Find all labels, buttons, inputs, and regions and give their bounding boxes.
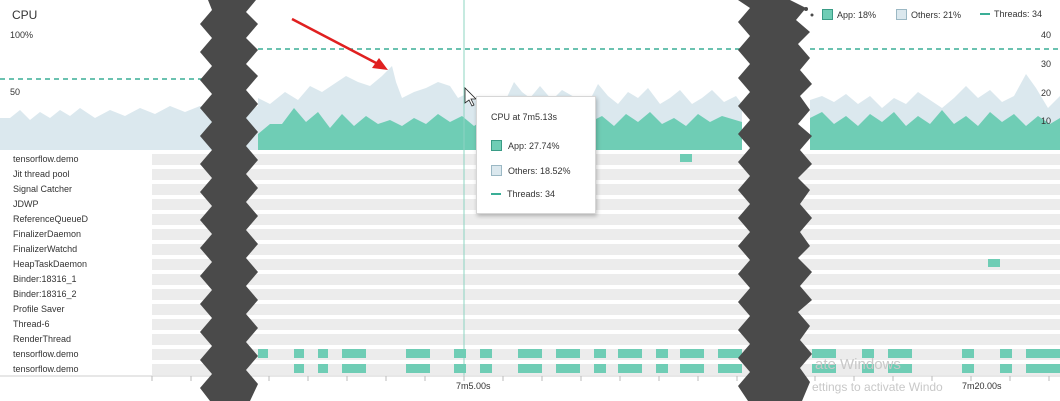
- others-swatch-icon: [491, 165, 502, 176]
- thread-row-track: [152, 184, 1060, 195]
- thread-label[interactable]: tensorflow.demo: [13, 152, 79, 167]
- thread-row-track: [152, 289, 1060, 300]
- threads-dash-icon: [980, 13, 990, 15]
- thread-row-track: [152, 304, 1060, 315]
- thread-label[interactable]: Binder:18316_2: [13, 287, 77, 302]
- thread-label[interactable]: Signal Catcher: [13, 182, 72, 197]
- tooltip-threads-row: Threads: 34: [491, 189, 555, 199]
- thread-row-track: [152, 154, 1060, 165]
- tooltip-others-value: Others: 18.52%: [508, 166, 571, 176]
- thread-row-track: [152, 244, 1060, 255]
- legend-others: Others: 21%: [896, 9, 961, 20]
- y-axis-right-40: 40: [1041, 30, 1052, 40]
- y-axis-right-20: 20: [1041, 88, 1052, 98]
- thread-label[interactable]: HeapTaskDaemon: [13, 257, 87, 272]
- tooltip-app-value: App: 27.74%: [508, 141, 560, 151]
- thread-label[interactable]: Thread-6: [13, 317, 50, 332]
- app-swatch-icon: [491, 140, 502, 151]
- thread-label[interactable]: Binder:18316_1: [13, 272, 77, 287]
- time-label-7m5s: 7m5.00s: [456, 381, 491, 391]
- thread-row-track: [152, 334, 1060, 345]
- thread-row-track: [152, 259, 1060, 270]
- y-axis-right-10: 10: [1041, 116, 1052, 126]
- thread-label[interactable]: tensorflow.demo: [13, 347, 79, 362]
- thread-label[interactable]: Jit thread pool: [13, 167, 70, 182]
- y-axis-left-max: 100%: [10, 30, 34, 40]
- y-axis-right-30: 30: [1041, 59, 1052, 69]
- tear-speck: [810, 13, 814, 17]
- cpu-profiler-screenshot: CPU 100% 50 40 30 20 10 App: 18% Others:…: [0, 0, 1060, 401]
- cpu-panel-title: CPU: [12, 8, 38, 22]
- thread-label[interactable]: tensorflow.demo: [13, 362, 79, 377]
- thread-label[interactable]: RenderThread: [13, 332, 71, 347]
- thread-label[interactable]: FinalizerWatchd: [13, 242, 77, 257]
- thread-row-track: [152, 199, 1060, 210]
- thread-row-track: [152, 319, 1060, 330]
- thread-label[interactable]: Profile Saver: [13, 302, 65, 317]
- time-label-7m20s: 7m20.00s: [962, 381, 1002, 391]
- thread-row-track: [152, 274, 1060, 285]
- thread-row-track: [152, 169, 1060, 180]
- legend-others-label: Others: 21%: [911, 10, 962, 20]
- threads-dash-icon: [491, 193, 501, 195]
- legend-threads: Threads: 34: [980, 9, 1042, 19]
- watermark-line-1: ate Windows: [815, 356, 901, 373]
- tear-speck: [804, 7, 808, 11]
- tooltip-threads-value: Threads: 34: [507, 189, 556, 199]
- red-arrow-annotation: [291, 17, 388, 70]
- legend-app-label: App: 18%: [837, 10, 877, 20]
- cpu-tooltip: CPU at 7m5.13s App: 27.74% Others: 18.52…: [476, 96, 596, 214]
- tooltip-title: CPU at 7m5.13s: [491, 112, 558, 122]
- others-swatch-icon: [896, 9, 907, 20]
- y-axis-left-mid: 50: [10, 87, 21, 97]
- thread-row-track: [152, 214, 1060, 225]
- tooltip-app-row: App: 27.74%: [491, 140, 560, 151]
- thread-label[interactable]: FinalizerDaemon: [13, 227, 81, 242]
- watermark-line-2: ettings to activate Windo: [812, 380, 943, 394]
- thread-label[interactable]: ReferenceQueueD: [13, 212, 88, 227]
- app-swatch-icon: [822, 9, 833, 20]
- thread-label[interactable]: JDWP: [13, 197, 39, 212]
- thread-row-track: [152, 229, 1060, 240]
- legend-threads-label: Threads: 34: [994, 9, 1043, 19]
- legend-app: App: 18%: [822, 9, 876, 20]
- thread-row-backgrounds: [152, 154, 1060, 375]
- tooltip-others-row: Others: 18.52%: [491, 165, 571, 176]
